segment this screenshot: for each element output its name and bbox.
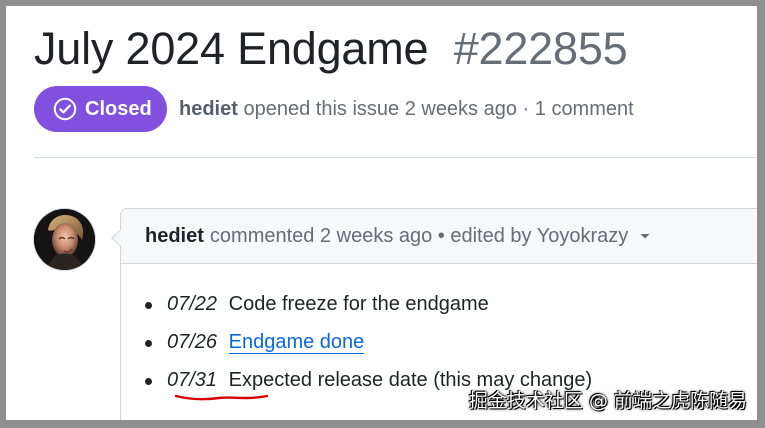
issue-opened-meta: hediet opened this issue 2 weeks ago · 1…: [179, 98, 634, 121]
issue-title-row: July 2024 Endgame #222855: [34, 22, 628, 76]
issue-meta-text: opened this issue 2 weeks ago · 1 commen…: [243, 97, 634, 120]
closed-status-label: Closed: [85, 97, 152, 120]
comment-author-link[interactable]: hediet: [145, 225, 204, 248]
list-item-date: 07/22: [167, 293, 218, 315]
closed-check-circle-icon: [53, 97, 77, 121]
comment-meta: commented 2 weeks ago • edited by Yoyokr…: [209, 224, 629, 247]
bullet-icon: [145, 378, 152, 385]
comment-body-list: 07/22 Code freeze for the endgame 07/26 …: [145, 289, 593, 403]
list-item-date: 07/26: [167, 331, 218, 353]
issue-number: #222855: [453, 23, 628, 74]
issue-page: July 2024 Endgame #222855 Closed hediet …: [6, 6, 757, 420]
comment-header: hediet commented 2 weeks ago • edited by…: [121, 209, 757, 264]
list-item-text: Expected release date (this may change): [228, 369, 593, 391]
issue-author-link[interactable]: hediet: [179, 98, 238, 120]
list-item: 07/22 Code freeze for the endgame: [145, 289, 592, 327]
chevron-down-icon[interactable]: [638, 229, 652, 243]
red-annotation-underline: [174, 394, 269, 401]
endgame-done-link[interactable]: Endgame done: [228, 331, 365, 354]
closed-status-badge: Closed: [34, 86, 167, 132]
bullet-icon: [145, 302, 152, 309]
avatar[interactable]: [34, 209, 95, 270]
list-item: 07/26 Endgame done: [145, 327, 592, 365]
issue-status-row: Closed hediet opened this issue 2 weeks …: [34, 86, 634, 132]
bullet-icon: [145, 340, 152, 347]
issue-title: July 2024 Endgame: [34, 23, 429, 74]
watermark: 掘金技术社区 @ 前端之虎陈随易: [468, 390, 747, 412]
comment-pointer-fill: [113, 230, 121, 246]
header-divider: [34, 157, 757, 158]
list-item-text: Code freeze for the endgame: [228, 293, 489, 315]
